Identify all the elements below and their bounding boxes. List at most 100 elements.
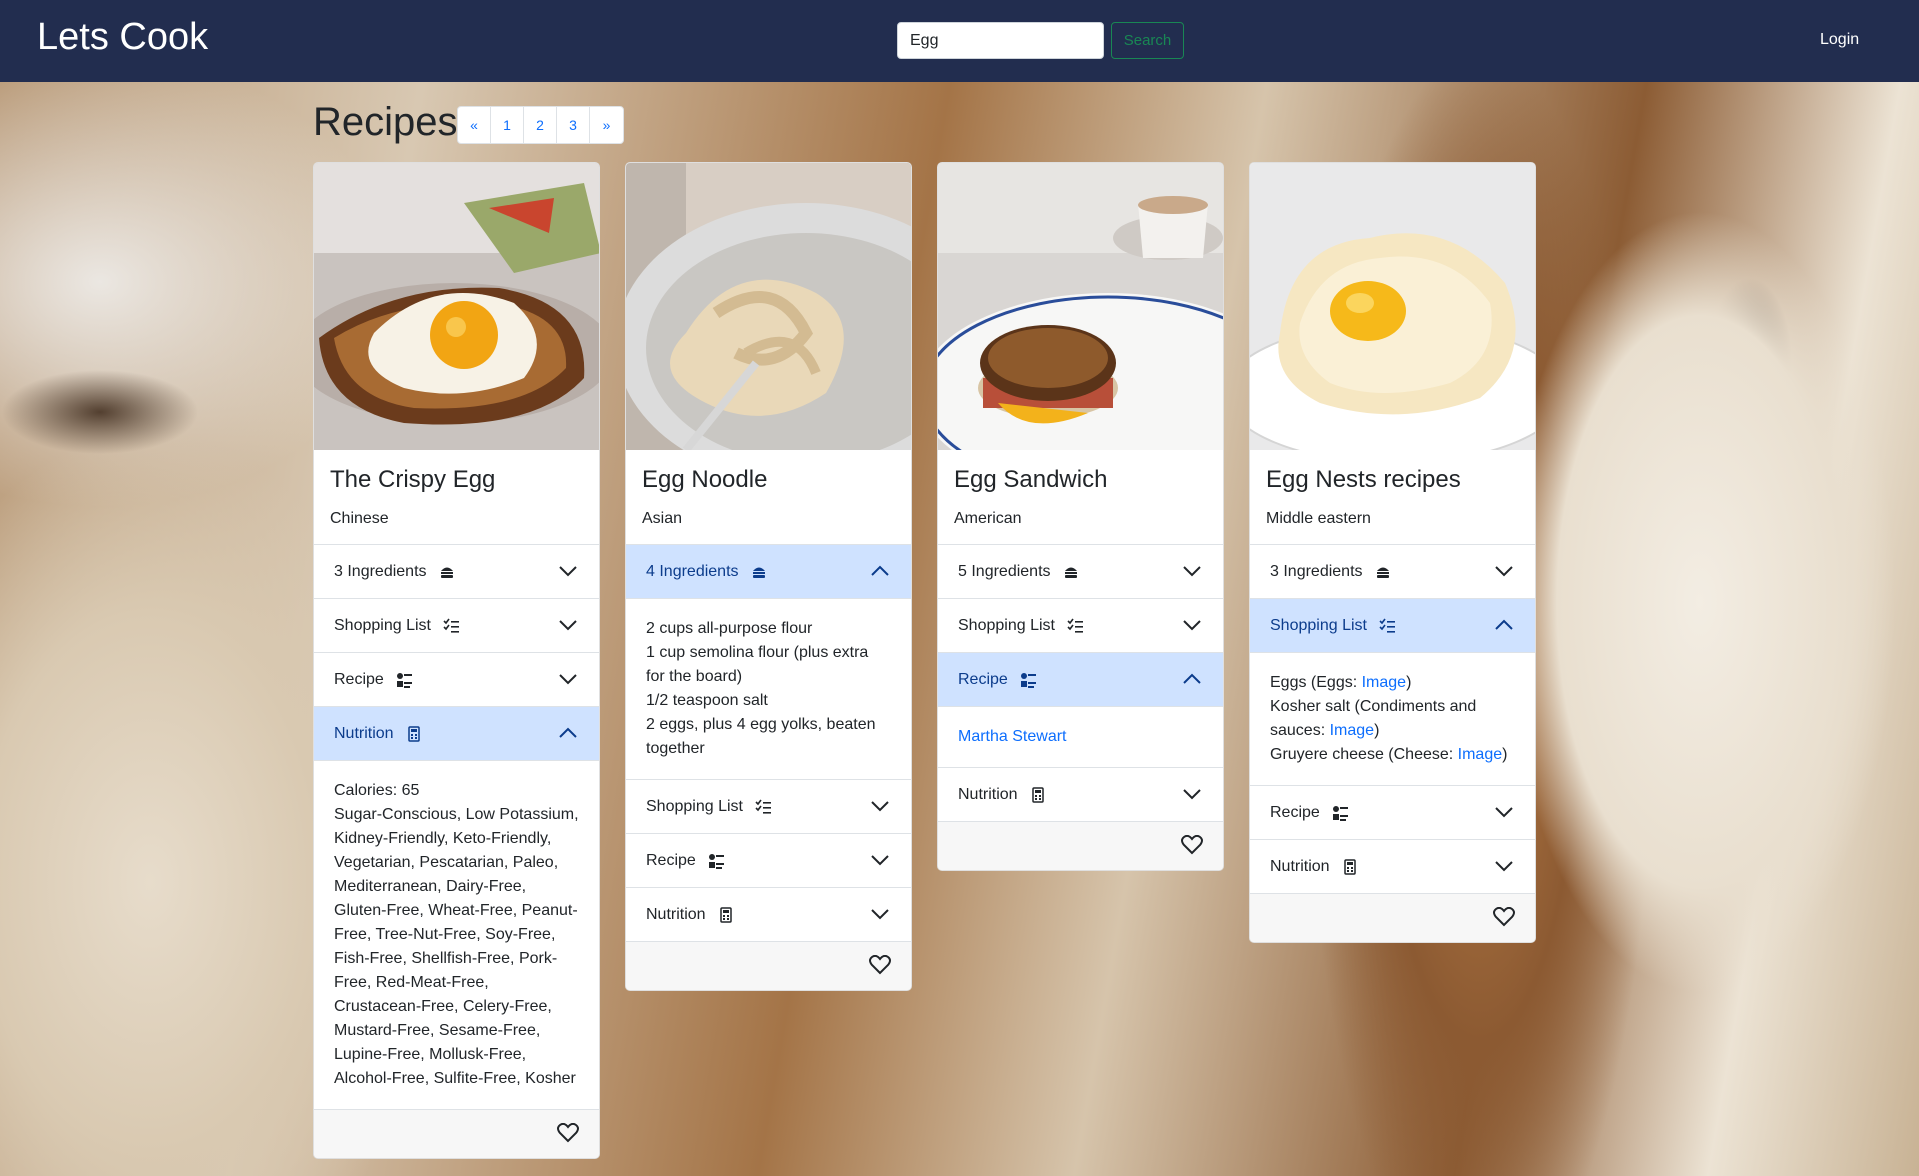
recipe-source-link[interactable]: Martha Stewart	[958, 728, 1066, 745]
ingredient-item: 1/2 teaspoon salt	[646, 692, 768, 709]
image-link[interactable]: Image	[1330, 722, 1374, 739]
search-input[interactable]	[897, 22, 1104, 59]
accordion-label: 4 Ingredients	[646, 562, 739, 580]
heart-icon[interactable]	[1493, 907, 1515, 927]
heart-icon[interactable]	[869, 955, 891, 975]
accordion-label: Recipe	[958, 670, 1008, 688]
page-title: Recipes	[313, 100, 458, 144]
recipe-body: Martha Stewart	[938, 706, 1223, 767]
pagination-page-2[interactable]: 2	[524, 107, 557, 143]
chevron-down-icon	[871, 801, 889, 812]
accordion-label: Shopping List	[958, 616, 1055, 634]
pagination-next[interactable]: »	[590, 107, 623, 143]
accordion-nutrition[interactable]: Nutrition	[314, 706, 599, 760]
checklist-icon	[443, 618, 459, 633]
accordion-label: Recipe	[646, 851, 696, 869]
chevron-down-icon	[1183, 789, 1201, 800]
card-footer	[938, 821, 1223, 870]
checklist-icon	[1067, 618, 1083, 633]
brand-logo[interactable]: Lets Cook	[37, 16, 208, 59]
recipe-icon	[708, 853, 724, 869]
recipe-title[interactable]: Egg Sandwich	[938, 450, 1223, 500]
chevron-down-icon	[559, 620, 577, 631]
ingredient-item: 1 cup semolina flour (plus extra for the…	[646, 644, 869, 685]
accordion-label: 5 Ingredients	[958, 562, 1051, 580]
chevron-down-icon	[559, 566, 577, 577]
navbar: Lets Cook Search Login	[0, 0, 1919, 82]
accordion-ingredients[interactable]: 4 Ingredients	[626, 544, 911, 598]
accordion-label: Shopping List	[334, 616, 431, 634]
recipe-card: Egg Nests recipes Middle eastern 3 Ingre…	[1249, 162, 1536, 943]
recipe-icon	[396, 672, 412, 688]
recipe-title[interactable]: Egg Noodle	[626, 450, 911, 500]
accordion-ingredients[interactable]: 3 Ingredients	[1250, 544, 1535, 598]
accordion-shopping-list[interactable]: Shopping List	[938, 598, 1223, 652]
recipe-title[interactable]: The Crispy Egg	[314, 450, 599, 500]
pagination: « 1 2 3 »	[457, 106, 624, 144]
pagination-page-3[interactable]: 3	[557, 107, 590, 143]
accordion-ingredients[interactable]: 3 Ingredients	[314, 544, 599, 598]
accordion-nutrition[interactable]: Nutrition	[1250, 839, 1535, 893]
burger-icon	[1376, 567, 1389, 578]
checklist-icon	[1379, 618, 1395, 633]
image-link[interactable]: Image	[1362, 674, 1406, 691]
burger-icon	[752, 567, 765, 578]
recipe-image	[314, 163, 599, 450]
recipe-icon	[1020, 672, 1036, 688]
recipe-title[interactable]: Egg Nests recipes	[1250, 450, 1535, 500]
calculator-icon	[1031, 786, 1044, 803]
recipe-icon	[1332, 805, 1348, 821]
chevron-down-icon	[1183, 566, 1201, 577]
card-footer	[314, 1109, 599, 1158]
accordion-label: Nutrition	[334, 724, 394, 742]
accordion-nutrition[interactable]: Nutrition	[938, 767, 1223, 821]
pagination-prev[interactable]: «	[458, 107, 491, 143]
nutrition-health-labels: Sugar-Conscious, Low Potassium, Kidney-F…	[334, 806, 579, 1087]
search-button[interactable]: Search	[1111, 22, 1184, 59]
recipe-image	[938, 163, 1223, 493]
accordion-shopping-list[interactable]: Shopping List	[626, 779, 911, 833]
chevron-down-icon	[559, 674, 577, 685]
chevron-up-icon	[871, 565, 889, 576]
heart-icon[interactable]	[1181, 835, 1203, 855]
ingredient-item: 2 cups all-purpose flour	[646, 620, 813, 637]
shopping-item-suffix: )	[1374, 722, 1380, 739]
accordion-ingredients[interactable]: 5 Ingredients	[938, 544, 1223, 598]
chevron-up-icon	[559, 727, 577, 738]
nutrition-calories: Calories: 65	[334, 782, 420, 799]
chevron-down-icon	[871, 855, 889, 866]
chevron-down-icon	[871, 909, 889, 920]
nutrition-body: Calories: 65 Sugar-Conscious, Low Potass…	[314, 760, 599, 1109]
ingredients-body: 2 cups all-purpose flour 1 cup semolina …	[626, 598, 911, 779]
shopping-list-body: Eggs (Eggs: Image) Kosher salt (Condimen…	[1250, 652, 1535, 785]
accordion-label: Recipe	[334, 670, 384, 688]
login-link[interactable]: Login	[1820, 31, 1859, 49]
accordion-shopping-list[interactable]: Shopping List	[1250, 598, 1535, 652]
pagination-page-1[interactable]: 1	[491, 107, 524, 143]
image-link[interactable]: Image	[1458, 746, 1502, 763]
recipe-cuisine: Middle eastern	[1266, 510, 1371, 527]
recipe-card: Egg Noodle Asian 4 Ingredients 2 cups al…	[625, 162, 912, 991]
accordion-label: Nutrition	[646, 905, 706, 923]
shopping-item: Kosher salt (Condiments and sauces: Imag…	[1270, 695, 1515, 743]
chevron-down-icon	[1183, 620, 1201, 631]
ingredient-item: 2 eggs, plus 4 egg yolks, beaten togethe…	[646, 716, 876, 757]
accordion-recipe[interactable]: Recipe	[1250, 785, 1535, 839]
chevron-up-icon	[1183, 673, 1201, 684]
recipe-image	[1250, 163, 1535, 464]
heart-icon[interactable]	[557, 1123, 579, 1143]
shopping-item-text: Gruyere cheese (Cheese:	[1270, 746, 1458, 763]
accordion-label: Shopping List	[646, 797, 743, 815]
accordion-recipe[interactable]: Recipe	[938, 652, 1223, 706]
shopping-item: Gruyere cheese (Cheese: Image)	[1270, 743, 1515, 767]
accordion-recipe[interactable]: Recipe	[626, 833, 911, 887]
burger-icon	[440, 567, 453, 578]
chevron-down-icon	[1495, 861, 1513, 872]
checklist-icon	[755, 799, 771, 814]
accordion-label: 3 Ingredients	[1270, 562, 1363, 580]
accordion-recipe[interactable]: Recipe	[314, 652, 599, 706]
accordion-shopping-list[interactable]: Shopping List	[314, 598, 599, 652]
recipe-cuisine: Asian	[642, 510, 683, 527]
accordion-nutrition[interactable]: Nutrition	[626, 887, 911, 941]
recipe-card: The Crispy Egg Chinese 3 Ingredients Sho…	[313, 162, 600, 1159]
